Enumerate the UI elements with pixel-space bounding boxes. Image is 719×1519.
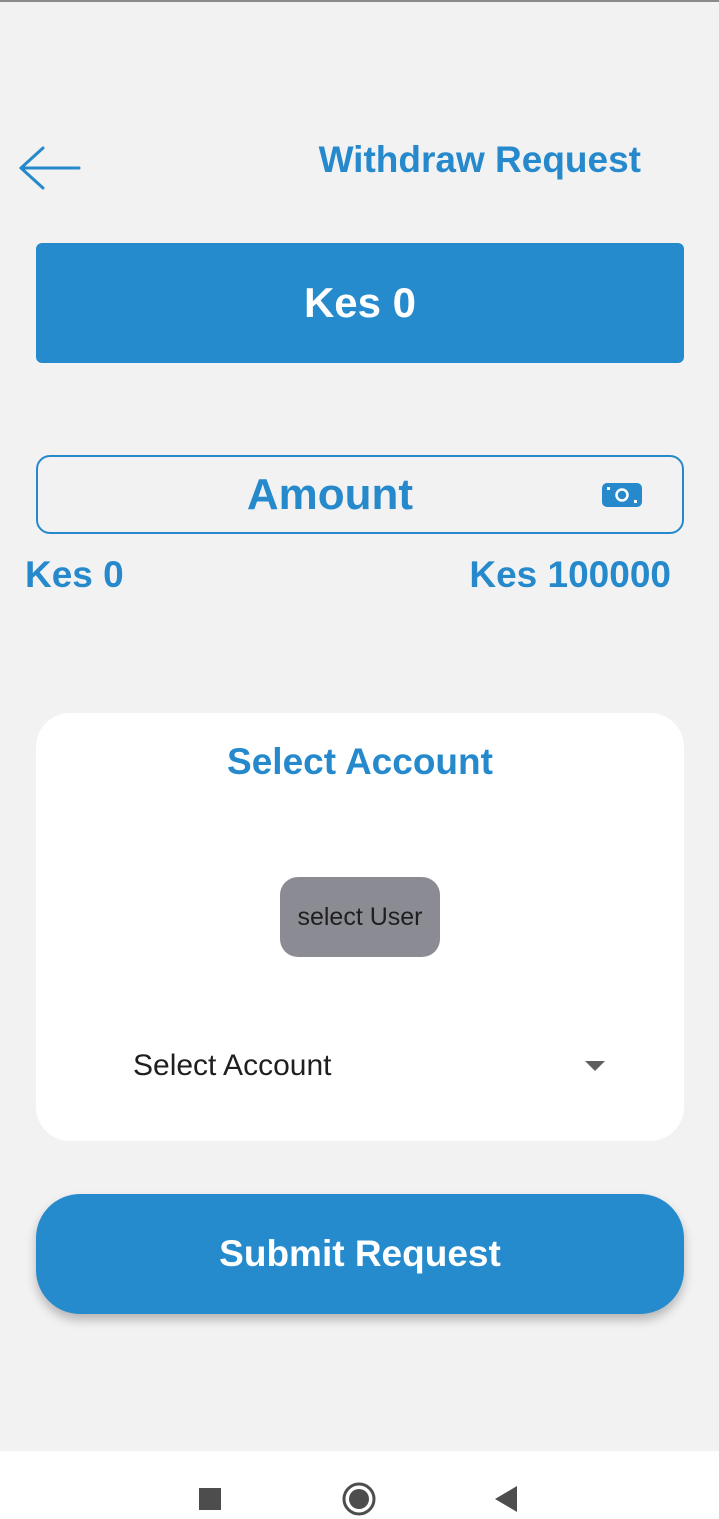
amount-input[interactable]: Amount xyxy=(36,455,684,534)
status-divider xyxy=(0,0,719,2)
balance-value: Kes 0 xyxy=(303,279,417,326)
home-circle-icon[interactable] xyxy=(342,1482,376,1516)
account-card-title: Select Account xyxy=(227,741,493,782)
caret-down-icon xyxy=(585,1061,605,1071)
balance-card: Kes 0 xyxy=(36,243,684,363)
money-icon xyxy=(602,483,642,507)
range-min-label: Kes 0 xyxy=(25,554,124,595)
select-user-button[interactable]: select User xyxy=(280,877,440,957)
page-title: Withdraw Request xyxy=(318,139,641,180)
account-card: Select Account select User Select Accoun… xyxy=(36,713,684,1141)
account-dropdown[interactable]: Select Account xyxy=(133,1043,605,1089)
range-max-label: Kes 100000 xyxy=(469,554,671,595)
back-button[interactable] xyxy=(14,140,86,196)
submit-request-label: Submit Request xyxy=(219,1233,501,1274)
system-nav-bar xyxy=(0,1451,719,1519)
arrow-left-icon xyxy=(19,146,81,190)
account-dropdown-value: Select Account xyxy=(133,1049,332,1082)
recents-square-icon[interactable] xyxy=(199,1488,221,1510)
amount-placeholder: Amount xyxy=(246,469,414,519)
submit-request-button[interactable]: Submit Request xyxy=(36,1194,684,1314)
back-triangle-icon[interactable] xyxy=(495,1486,517,1512)
